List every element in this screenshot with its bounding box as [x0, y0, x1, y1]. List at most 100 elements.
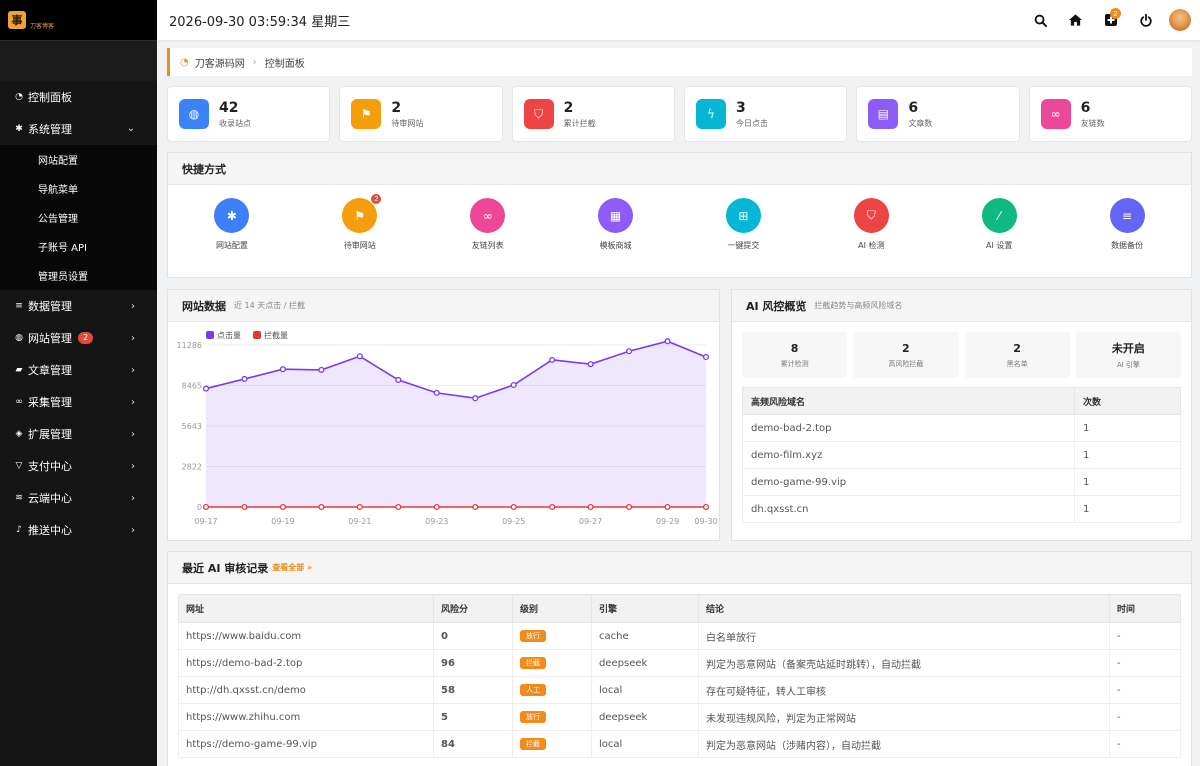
quick-label: AI 设置 — [986, 241, 1013, 250]
sidebar-item-system[interactable]: ✱ 系统管理 ⌄ — [0, 112, 157, 145]
ai-box-value: 未开启 — [1111, 342, 1145, 355]
score-cell: 84 — [433, 730, 513, 758]
ai-box-value: 2 — [902, 341, 910, 355]
data-point — [202, 503, 210, 511]
table-row[interactable]: demo-bad-2.top 1 — [742, 414, 1181, 442]
sidebar-item-label: 文章管理 — [28, 364, 72, 377]
conclusion-cell[interactable]: 未发现违规风险，判定为正常网站 — [698, 703, 1110, 731]
sidebar-item-cloud[interactable]: ≋ 云端中心 › — [0, 482, 157, 514]
time-cell: - — [1109, 649, 1181, 677]
conclusion-cell[interactable]: 判定为恶意网站（涉赌内容），自动拦截 — [698, 730, 1110, 758]
quick-label: 友链列表 — [471, 241, 504, 250]
sidebar-item-extensions[interactable]: ◈ 扩展管理 › — [0, 418, 157, 450]
notifications-button[interactable]: 2 — [1093, 8, 1128, 26]
stat-card-sites[interactable]: ◍ 42 收录站点 — [167, 86, 331, 142]
stat-card-blocked[interactable]: ⛉ 2 累计拦截 — [511, 86, 675, 142]
sidebar-subitem-nav-menu[interactable]: 导航菜单 — [0, 174, 157, 203]
quick-friend-links[interactable]: ∞ 友链列表 — [424, 198, 552, 251]
quick-data-backup[interactable]: ≡ 数据备份 — [1063, 198, 1191, 251]
engine-cell: local — [591, 676, 699, 704]
table-row[interactable]: https://www.baidu.com 0 放行 cache 白名单放行 - — [178, 622, 1181, 650]
quick-pending-sites[interactable]: ⚑ 2 待审网站 — [296, 193, 424, 251]
sidebar-item-label: 支付中心 — [28, 460, 72, 473]
conclusion-cell[interactable]: 判定为恶意网站（备案壳站延时跳转），自动拦截 — [698, 649, 1110, 677]
x-tick-label: 09-17 — [194, 517, 217, 526]
shield-icon: ⛉ — [853, 198, 889, 233]
url-cell: https://www.baidu.com — [178, 622, 434, 650]
sidebar-spacer — [0, 40, 157, 81]
recent-records-table: 网址 风险分 级别 引擎 结论 时间 https://www.baidu.com… — [178, 594, 1181, 758]
quick-label: 一键提交 — [727, 241, 760, 250]
quick-ai-check[interactable]: ⛉ AI 检测 — [807, 198, 935, 251]
conclusion-cell[interactable]: 白名单放行 — [698, 622, 1110, 650]
data-point — [587, 361, 594, 368]
view-all-link[interactable]: 查看全部 » — [272, 562, 312, 573]
stat-card-pending[interactable]: ⚑ 2 待审网站 — [339, 86, 503, 142]
sidebar-item-label: 云端中心 — [28, 492, 72, 505]
table-row[interactable]: demo-game-99.vip 1 — [742, 468, 1181, 496]
database-icon: ≡ — [1109, 198, 1145, 233]
data-point — [241, 375, 248, 383]
level-badge: 放行 — [520, 630, 546, 642]
sidebar-subitem-subaccount-api[interactable]: 子账号 API — [0, 232, 157, 261]
table-row[interactable]: https://demo-bad-2.top 96 拦截 deepseek 判定… — [178, 649, 1181, 677]
stat-value: 42 — [219, 99, 239, 116]
link-icon: ∞ — [1040, 99, 1071, 129]
grid-icon: ▦ — [598, 198, 634, 233]
sidebar-item-label: 推送中心 — [28, 524, 72, 537]
quick-site-config[interactable]: ✱ 网站配置 — [168, 198, 296, 251]
sidebar-item-collect[interactable]: ∞ 采集管理 › — [0, 386, 157, 418]
conclusion-cell[interactable]: 存在可疑特征，转人工审核 — [698, 676, 1110, 704]
table-row[interactable]: http://dh.qxsst.cn/demo 58 人工 local 存在可疑… — [178, 676, 1181, 704]
shield-icon: ⛉ — [523, 99, 554, 129]
sidebar-subitem-announcements[interactable]: 公告管理 — [0, 203, 157, 232]
engine-cell: local — [591, 730, 699, 758]
recent-ai-records-panel: 最近 AI 审核记录 查看全部 » 网址 风险分 级别 引擎 结论 时间 htt… — [167, 551, 1192, 766]
sidebar-item-label: 采集管理 — [28, 396, 72, 409]
sidebar-item-data[interactable]: ≡ 数据管理 › — [0, 290, 157, 322]
logo[interactable]: 事 — [8, 11, 26, 29]
globe-icon: ◍ — [179, 99, 209, 129]
sidebar-item-payment[interactable]: ▽ 支付中心 › — [0, 450, 157, 482]
column-header-conclusion: 结论 — [698, 594, 1110, 623]
level-badge: 拦截 — [520, 657, 546, 669]
sidebar-item-push[interactable]: ♪ 推送中心 › — [0, 514, 157, 546]
search-button[interactable] — [1023, 14, 1058, 27]
quick-template-store[interactable]: ▦ 模板商城 — [552, 198, 680, 251]
x-tick-label: 09-29 — [656, 517, 679, 526]
breadcrumb-separator: › — [252, 56, 257, 68]
quick-one-click-submit[interactable]: ⊞ 一键提交 — [680, 198, 808, 251]
sidebar-item-dashboard[interactable]: ◔ 控制面板 — [0, 81, 157, 112]
stat-value: 2 — [391, 99, 402, 116]
sidebar-subitem-admin-settings[interactable]: 管理员设置 — [0, 261, 157, 290]
quick-ai-settings[interactable]: ⁄ AI 设置 — [935, 198, 1063, 251]
url-cell: https://demo-bad-2.top — [178, 649, 434, 677]
stat-card-articles[interactable]: ▤ 6 文章数 — [856, 86, 1020, 142]
count-cell: 1 — [1074, 441, 1181, 469]
sidebar-item-sites[interactable]: ◍ 网站管理 2 › — [0, 322, 157, 354]
column-header-engine: 引擎 — [591, 594, 699, 623]
home-button[interactable] — [1058, 14, 1093, 26]
table-row[interactable]: demo-film.xyz 1 — [742, 441, 1181, 469]
chevron-right-icon: › — [131, 300, 135, 312]
logout-button[interactable] — [1128, 13, 1163, 27]
domain-cell: demo-film.xyz — [742, 441, 1075, 469]
stat-value: 2 — [563, 99, 574, 116]
time-cell: - — [1109, 730, 1181, 758]
score-cell: 0 — [433, 622, 513, 650]
table-row[interactable]: https://demo-game-99.vip 84 拦截 local 判定为… — [178, 730, 1181, 758]
avatar[interactable] — [1169, 9, 1191, 31]
quick-label: 模板商城 — [599, 241, 632, 250]
score-cell: 5 — [433, 703, 513, 731]
table-row[interactable]: dh.qxsst.cn 1 — [742, 495, 1181, 523]
panel-title: 最近 AI 审核记录 — [182, 561, 269, 575]
dashboard-icon: ◔ — [180, 56, 189, 68]
stat-card-clicks[interactable]: ϟ 3 今日点击 — [683, 86, 848, 142]
table-row[interactable]: https://www.zhihu.com 5 放行 deepseek 未发现违… — [178, 703, 1181, 731]
sidebar-item-articles[interactable]: ▰ 文章管理 › — [0, 354, 157, 386]
url-cell: http://dh.qxsst.cn/demo — [178, 676, 434, 704]
breadcrumb-site[interactable]: 刀客源码网 — [195, 55, 245, 70]
stat-card-links[interactable]: ∞ 6 友链数 — [1028, 86, 1192, 142]
sidebar-subitem-site-config[interactable]: 网站配置 — [0, 145, 157, 174]
flag-icon: ⚑ — [351, 99, 382, 129]
